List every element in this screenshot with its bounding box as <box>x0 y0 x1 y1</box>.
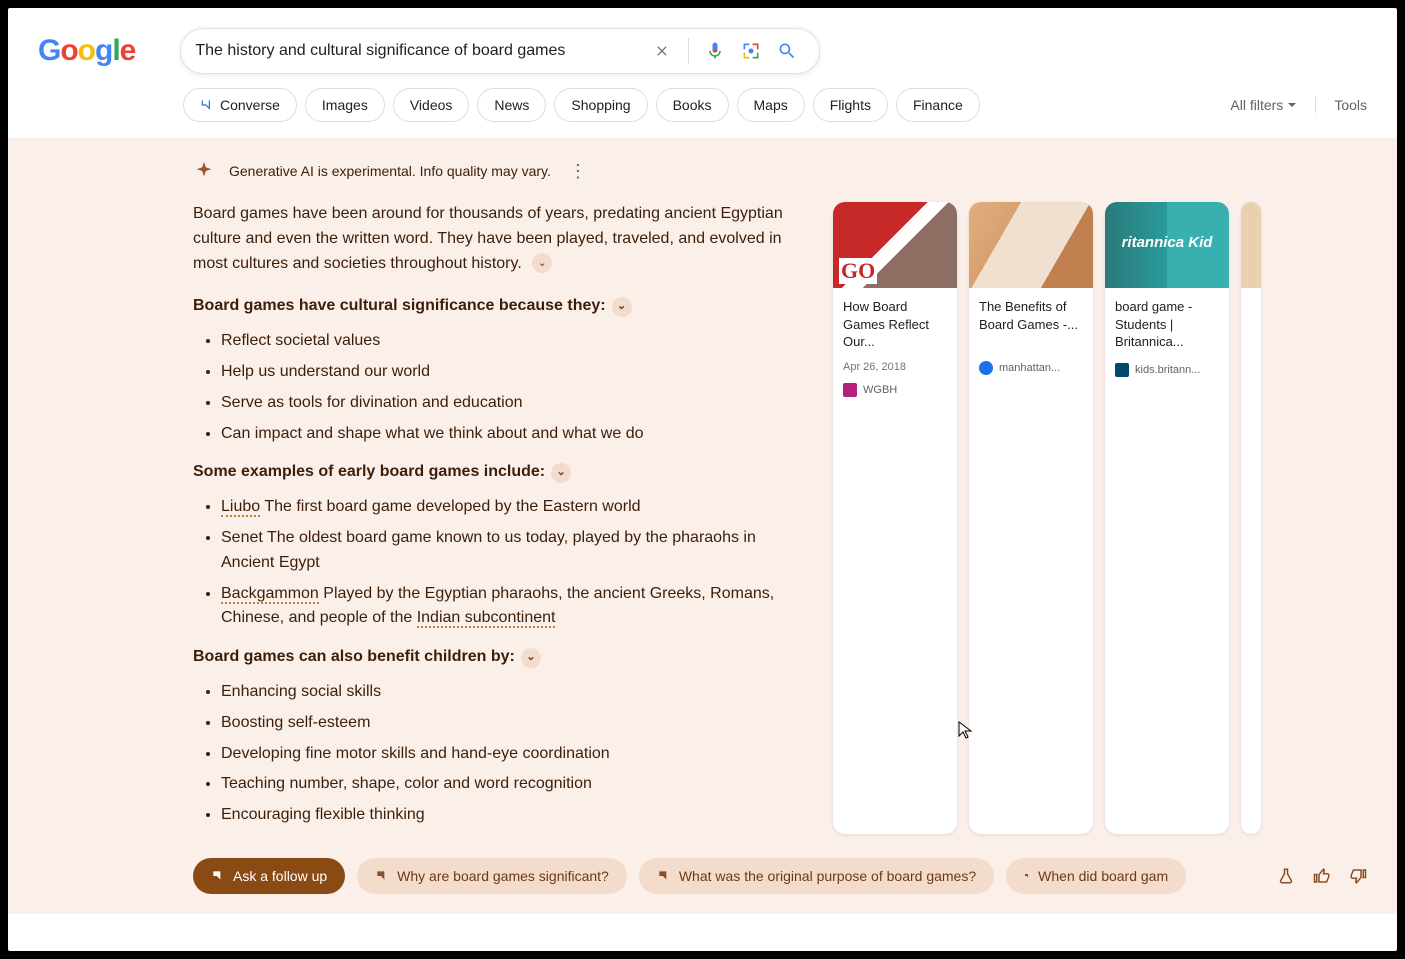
tab-finance[interactable]: Finance <box>896 88 980 122</box>
followup-suggestion[interactable]: What was the original purpose of board g… <box>639 858 994 894</box>
favicon <box>979 361 993 375</box>
card-source: WGBH <box>863 384 897 396</box>
source-cards: How Board Games Reflect Our... Apr 26, 2… <box>833 202 1261 834</box>
search-box[interactable] <box>180 28 820 74</box>
card-source: kids.britann... <box>1135 364 1200 376</box>
card-title: The Benefits of Board Games -... <box>979 298 1083 333</box>
clear-icon[interactable] <box>650 39 674 63</box>
list-item: Encouraging flexible thinking <box>221 803 803 828</box>
search-tabs: Converse Images Videos News Shopping Boo… <box>8 74 1397 138</box>
tab-flights[interactable]: Flights <box>813 88 888 122</box>
lens-icon[interactable] <box>739 39 763 63</box>
card-source: manhattan... <box>999 362 1060 374</box>
reply-icon <box>211 869 225 883</box>
list-item: Help us understand our world <box>221 360 803 385</box>
source-card[interactable]: How Board Games Reflect Our... Apr 26, 2… <box>833 202 957 834</box>
thumbs-down-icon[interactable] <box>1349 867 1367 885</box>
expand-icon[interactable]: ⌄ <box>532 253 552 273</box>
sparkle-icon <box>193 160 215 182</box>
list-item: Can impact and shape what we think about… <box>221 422 803 447</box>
card-thumb <box>1241 202 1261 288</box>
card-thumb <box>969 202 1093 288</box>
divider <box>688 38 689 64</box>
reply-icon <box>657 869 671 883</box>
thumbs-up-icon[interactable] <box>1313 867 1331 885</box>
source-card[interactable]: The Benefits of Board Games -... manhatt… <box>969 202 1093 834</box>
tab-images[interactable]: Images <box>305 88 385 122</box>
tab-label: Converse <box>220 97 280 113</box>
tab-maps[interactable]: Maps <box>737 88 805 122</box>
favicon <box>843 383 857 397</box>
card-title: How Board Games Reflect Our... <box>843 298 947 351</box>
list-item: Enhancing social skills <box>221 680 803 705</box>
list-item: Senet The oldest board game known to us … <box>221 526 803 576</box>
mic-icon[interactable] <box>703 39 727 63</box>
term-backgammon[interactable]: Backgammon <box>221 585 319 604</box>
card-thumb <box>833 202 957 288</box>
list-item: Serve as tools for divination and educat… <box>221 391 803 416</box>
term-liubo[interactable]: Liubo <box>221 498 260 517</box>
expand-icon[interactable]: ⌄ <box>612 297 632 317</box>
list-item: Developing fine motor skills and hand-ey… <box>221 742 803 767</box>
list-item: Boosting self-esteem <box>221 711 803 736</box>
expand-icon[interactable]: ⌄ <box>551 463 571 483</box>
reply-icon <box>375 869 389 883</box>
google-logo[interactable]: Google <box>38 34 135 68</box>
tab-books[interactable]: Books <box>656 88 729 122</box>
ask-followup-button[interactable]: Ask a follow up <box>193 858 345 894</box>
tab-shopping[interactable]: Shopping <box>554 88 647 122</box>
chevron-down-icon <box>1287 100 1297 110</box>
list-item: Liubo The first board game developed by … <box>221 495 803 520</box>
tab-converse[interactable]: Converse <box>183 88 297 122</box>
card-thumb <box>1105 202 1229 288</box>
source-card[interactable]: board game - Students | Britannica... ki… <box>1105 202 1229 834</box>
heading-significance: Board games have cultural significance b… <box>193 294 606 319</box>
list-item: Reflect societal values <box>221 329 803 354</box>
tools-button[interactable]: Tools <box>1315 97 1367 113</box>
followup-suggestion[interactable]: When did board gam <box>1006 858 1186 894</box>
source-card-partial[interactable] <box>1241 202 1261 834</box>
tab-videos[interactable]: Videos <box>393 88 470 122</box>
term-indian-subcontinent[interactable]: Indian subcontinent <box>417 609 556 628</box>
more-options-icon[interactable]: ⋮ <box>569 161 587 182</box>
list-item: Teaching number, shape, color and word r… <box>221 772 803 797</box>
card-title: board game - Students | Britannica... <box>1115 298 1219 351</box>
all-filters-button[interactable]: All filters <box>1230 97 1297 113</box>
heading-children: Board games can also benefit children by… <box>193 645 515 670</box>
expand-icon[interactable]: ⌄ <box>521 648 541 668</box>
list-item: Backgammon Played by the Egyptian pharao… <box>221 582 803 632</box>
tab-news[interactable]: News <box>477 88 546 122</box>
search-input[interactable] <box>195 42 644 60</box>
ai-disclaimer: Generative AI is experimental. Info qual… <box>229 163 551 179</box>
search-icon[interactable] <box>775 39 799 63</box>
card-date: Apr 26, 2018 <box>843 361 947 373</box>
followup-suggestion[interactable]: Why are board games significant? <box>357 858 627 894</box>
heading-examples: Some examples of early board games inclu… <box>193 460 545 485</box>
reply-icon <box>1024 869 1030 883</box>
ai-answer: Board games have been around for thousan… <box>193 202 803 834</box>
intro-text: Board games have been around for thousan… <box>193 205 783 272</box>
favicon <box>1115 363 1129 377</box>
converse-icon <box>200 98 214 112</box>
labs-icon[interactable] <box>1277 867 1295 885</box>
